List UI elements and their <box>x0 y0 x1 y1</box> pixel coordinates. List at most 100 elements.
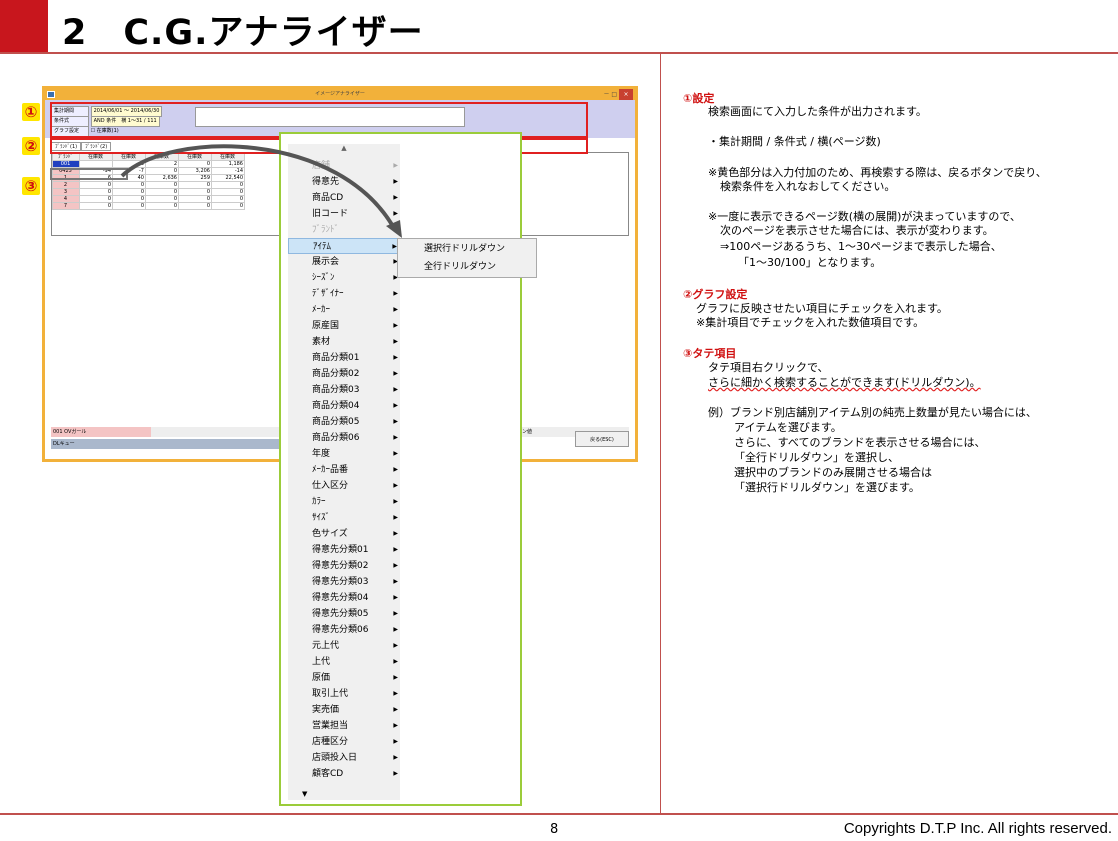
chevron-right-icon: ▶ <box>393 450 398 457</box>
menu-item[interactable]: 商品分類05 ▶ <box>288 414 400 430</box>
chevron-right-icon: ▶ <box>393 386 398 393</box>
menu-item-label: 商品分類04 <box>312 401 360 411</box>
menu-item-label: 店種区分 <box>312 737 349 747</box>
menu-scroll-down-icon[interactable]: ▼ <box>302 790 307 798</box>
menu-item[interactable]: 店種区分 ▶ <box>288 734 400 750</box>
copyright-text: Copyrights D.T.P Inc. All rights reserve… <box>843 820 1112 837</box>
grid-cell: 0 <box>79 195 113 203</box>
menu-item-label: 素材 <box>312 337 331 347</box>
section-2-title: ②グラフ設定 <box>683 288 748 301</box>
menu-item-label: 商品分類05 <box>312 417 360 427</box>
section-2-line: グラフに反映させたい項目にチェックを入れます。 <box>696 302 948 315</box>
menu-item[interactable]: 得意先分類01 ▶ <box>288 542 400 558</box>
chevron-right-icon: ▶ <box>393 434 398 441</box>
chevron-right-icon: ▶ <box>393 674 398 681</box>
menu-item[interactable]: 得意先分類02 ▶ <box>288 558 400 574</box>
section-1-line: 「1～30/100」となります。 <box>738 256 882 269</box>
menu-item-label: ｻｲｽﾞ <box>312 513 331 523</box>
row-header-cell[interactable]: 2 <box>52 181 80 189</box>
submenu-item-all-drilldown[interactable]: 全行ドリルダウン <box>398 259 536 275</box>
menu-item[interactable]: ｶﾗｰ ▶ <box>288 494 400 510</box>
menu-item-label: 色サイズ <box>312 529 348 539</box>
menu-item-label: 元上代 <box>312 641 340 651</box>
chevron-right-icon: ▶ <box>393 418 398 425</box>
menu-item[interactable]: 展示会 ▶ <box>288 254 400 270</box>
grid-header-cell: 在庫数 <box>79 153 113 161</box>
section-1-line: ※一度に表示できるページ数(横の展開)が決まっていますので、 <box>708 210 1021 223</box>
row-header-cell[interactable]: 7 <box>52 202 80 210</box>
menu-item[interactable]: 上代 ▶ <box>288 654 400 670</box>
menu-item[interactable]: ｻｲｽﾞ ▶ <box>288 510 400 526</box>
app-icon <box>47 91 55 98</box>
menu-item[interactable]: 素材 ▶ <box>288 334 400 350</box>
chevron-right-icon: ▶ <box>393 642 398 649</box>
window-controls[interactable]: － □ × <box>604 89 633 100</box>
menu-item[interactable]: 顧客CD ▶ <box>288 766 400 782</box>
menu-item[interactable]: 店頭投入日 ▶ <box>288 750 400 766</box>
menu-item[interactable]: 得意先分類06 ▶ <box>288 622 400 638</box>
menu-item[interactable]: 年度 ▶ <box>288 446 400 462</box>
menu-item-label: 得意先分類05 <box>312 609 369 619</box>
menu-item-label: 得意先分類02 <box>312 561 369 571</box>
row-header-cell[interactable]: 001 <box>52 160 80 168</box>
row-header-cell[interactable]: 4 <box>52 195 80 203</box>
menu-item-label: 得意先分類04 <box>312 593 369 603</box>
menu-item[interactable]: 得意先分類04 ▶ <box>288 590 400 606</box>
menu-item-label: 商品分類01 <box>312 353 360 363</box>
submenu-item-selected-drilldown[interactable]: 選択行ドリルダウン <box>398 241 536 257</box>
menu-item-label: 商品分類03 <box>312 385 360 395</box>
menu-item-label: 実売価 <box>312 705 340 715</box>
chevron-right-icon: ▶ <box>393 354 398 361</box>
menu-item-label: ﾃﾞｻﾞｲﾅｰ <box>312 289 344 299</box>
menu-item[interactable]: 実売価 ▶ <box>288 702 400 718</box>
menu-item[interactable]: 商品分類06 ▶ <box>288 430 400 446</box>
section-3-line: タテ項目右クリックで、 <box>708 361 829 374</box>
menu-item[interactable]: 得意先分類05 ▶ <box>288 606 400 622</box>
menu-item[interactable]: ﾒｰｶｰ品番 ▶ <box>288 462 400 478</box>
chevron-right-icon: ▶ <box>393 546 398 553</box>
chevron-right-icon: ▶ <box>393 578 398 585</box>
menu-item-label: 営業担当 <box>312 721 349 731</box>
menu-item-label: 原産国 <box>312 321 340 331</box>
grid-cell: 0 <box>79 202 113 210</box>
menu-item[interactable]: ｼｰｽﾞﾝ ▶ <box>288 270 400 286</box>
menu-item-label: 得意先分類06 <box>312 625 369 635</box>
menu-item[interactable]: 原産国 ▶ <box>288 318 400 334</box>
close-icon[interactable]: × <box>619 89 633 100</box>
menu-item[interactable]: 商品分類03 ▶ <box>288 382 400 398</box>
menu-item[interactable]: 元上代 ▶ <box>288 638 400 654</box>
grid-cell: 0 <box>79 181 113 189</box>
chevron-right-icon: ▶ <box>393 306 398 313</box>
menu-item[interactable]: 商品分類02 ▶ <box>288 366 400 382</box>
menu-item[interactable]: 得意先分類03 ▶ <box>288 574 400 590</box>
app-titlebar: イメージアナライザー － □ × <box>45 89 635 100</box>
chevron-right-icon: ▶ <box>393 738 398 745</box>
chevron-right-icon: ▶ <box>393 290 398 297</box>
menu-item-label: ｼｰｽﾞﾝ <box>312 273 335 283</box>
menu-item-label: ｶﾗｰ <box>312 497 326 507</box>
marker-1: ① <box>22 103 40 121</box>
menu-item[interactable]: 仕入区分 ▶ <box>288 478 400 494</box>
menu-item-label: 仕入区分 <box>312 481 349 491</box>
menu-item-label: 顧客CD <box>312 769 344 779</box>
menu-item[interactable]: 原価 ▶ <box>288 670 400 686</box>
menu-item[interactable]: 営業担当 ▶ <box>288 718 400 734</box>
menu-item[interactable]: 商品分類01 ▶ <box>288 350 400 366</box>
row-header-cell[interactable]: 3 <box>52 188 80 196</box>
chevron-right-icon: ▶ <box>393 770 398 777</box>
chevron-right-icon: ▶ <box>393 402 398 409</box>
menu-item[interactable]: 商品分類04 ▶ <box>288 398 400 414</box>
grid-cell <box>79 160 113 168</box>
app-window-title: イメージアナライザー <box>315 91 365 97</box>
page-number: 8 <box>550 822 559 837</box>
menu-item-label: ﾒｰｶｰ <box>312 305 331 315</box>
back-button[interactable]: 戻る(ESC) <box>575 431 629 447</box>
menu-item[interactable]: 取引上代 ▶ <box>288 686 400 702</box>
menu-item[interactable]: ﾃﾞｻﾞｲﾅｰ ▶ <box>288 286 400 302</box>
grid-cell: 0 <box>79 188 113 196</box>
menu-item[interactable]: ﾒｰｶｰ ▶ <box>288 302 400 318</box>
chevron-right-icon: ▶ <box>393 610 398 617</box>
section-1-line: 次のページを表示させた場合には、表示が変わります。 <box>720 224 994 237</box>
menu-item[interactable]: 色サイズ ▶ <box>288 526 400 542</box>
chevron-right-icon: ▶ <box>393 562 398 569</box>
